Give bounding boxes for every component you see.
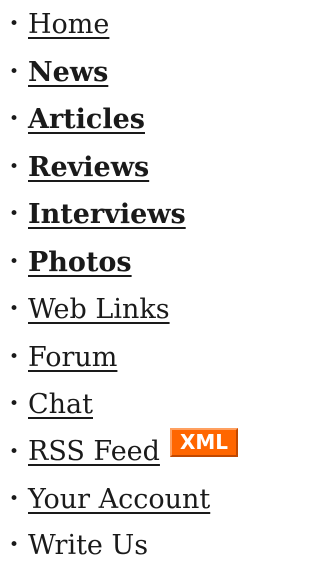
nav-item-articles: • Articles (0, 95, 145, 143)
nav-item-reviews: • Reviews (0, 143, 149, 191)
nav-item-forum: • Forum (0, 333, 117, 381)
bullet-icon: • (9, 488, 20, 509)
bullet-icon: • (9, 441, 20, 462)
bullet-icon: • (9, 298, 20, 319)
bullet-icon: • (9, 203, 20, 224)
nav-text-write-us: Write Us (28, 529, 149, 561)
nav-item-your-account: • Your Account (0, 475, 210, 523)
nav-item-web-links: • Web Links (0, 285, 170, 333)
nav-link-photos[interactable]: Photos (28, 249, 132, 276)
nav-link-news[interactable]: News (28, 59, 108, 86)
nav-link-home[interactable]: Home (28, 11, 109, 38)
nav-item-interviews: • Interviews (0, 190, 186, 238)
nav-link-rss-feed[interactable]: RSS Feed XML (28, 427, 239, 467)
nav-link-reviews[interactable]: Reviews (28, 154, 149, 181)
bullet-icon: • (9, 393, 20, 414)
nav-link-forum[interactable]: Forum (28, 344, 117, 371)
nav-link-your-account[interactable]: Your Account (28, 486, 210, 513)
nav-link-web-links[interactable]: Web Links (28, 296, 170, 323)
nav-link-interviews[interactable]: Interviews (28, 201, 186, 228)
nav-item-rss-feed: • RSS Feed XML (0, 427, 239, 476)
bullet-icon: • (9, 108, 20, 129)
bullet-icon: • (9, 251, 20, 272)
nav-item-home: • Home (0, 0, 109, 48)
nav-item-write-us: • Write Us (0, 521, 148, 569)
bullet-icon: • (9, 13, 20, 34)
bullet-icon: • (9, 534, 20, 555)
bullet-icon: • (9, 156, 20, 177)
nav-link-articles[interactable]: Articles (28, 106, 145, 133)
nav-item-news: • News (0, 48, 108, 96)
xml-badge-icon: XML (169, 427, 239, 457)
bullet-icon: • (9, 61, 20, 82)
bullet-icon: • (9, 346, 20, 367)
rss-feed-label: RSS Feed (28, 435, 160, 467)
nav-item-photos: • Photos (0, 238, 132, 286)
nav-link-chat[interactable]: Chat (28, 391, 93, 418)
nav-item-chat: • Chat (0, 380, 93, 428)
